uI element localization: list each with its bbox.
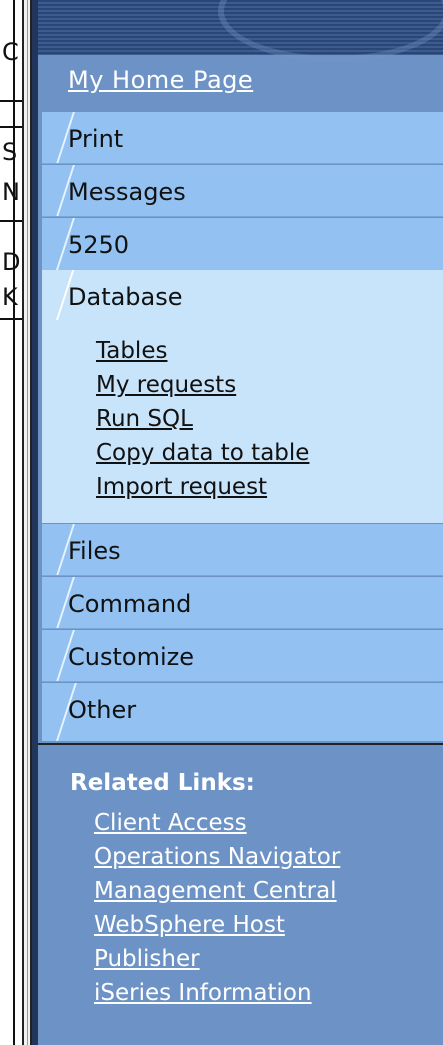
- tab-label: Messages: [68, 178, 186, 206]
- panel-edge: [32, 0, 38, 1045]
- frame-separator-line: [27, 0, 28, 1045]
- tab-divider: [42, 681, 443, 682]
- related-links-heading: Related Links:: [70, 770, 255, 796]
- tab-label: Files: [68, 537, 121, 565]
- tab-label: 5250: [68, 231, 130, 259]
- strip-divider: [0, 220, 22, 222]
- tab-database[interactable]: Database: [68, 283, 183, 311]
- tab-command[interactable]: Command: [42, 577, 443, 629]
- left-frame-strip: C S N D K: [0, 0, 22, 1045]
- related-link-management-central[interactable]: Management Central: [94, 878, 337, 904]
- strip-fragment-d: D: [2, 248, 21, 276]
- frame-separator[interactable]: [22, 0, 32, 1045]
- tab-customize[interactable]: Customize: [42, 630, 443, 682]
- strip-divider: [0, 100, 22, 102]
- related-link-iseries-information[interactable]: iSeries Information: [94, 980, 312, 1006]
- related-link-publisher[interactable]: Publisher: [94, 946, 200, 972]
- tab-label: Print: [68, 125, 124, 153]
- my-home-page-link[interactable]: My Home Page: [68, 66, 253, 94]
- tab-divider: [42, 628, 443, 629]
- strip-fragment-s: S: [2, 138, 18, 166]
- database-link-copy-data[interactable]: Copy data to table: [96, 440, 309, 466]
- related-link-client-access[interactable]: Client Access: [94, 810, 247, 836]
- strip-fragment-c: C: [2, 38, 19, 66]
- database-link-tables[interactable]: Tables: [96, 338, 167, 364]
- strip-divider: [0, 126, 22, 128]
- tab-print[interactable]: Print: [42, 112, 443, 164]
- tab-messages[interactable]: Messages: [42, 165, 443, 217]
- navigation-panel: My Home Page Print Messages 5250 Databas…: [32, 0, 443, 1045]
- tab-other[interactable]: Other: [42, 683, 443, 741]
- tab-divider: [42, 575, 443, 576]
- strip-divider: [0, 318, 22, 320]
- related-link-websphere-host[interactable]: WebSphere Host: [94, 912, 285, 938]
- section-divider: [38, 743, 443, 745]
- strip-fragment-n: N: [2, 178, 20, 206]
- tab-label: Other: [68, 696, 137, 724]
- database-link-run-sql[interactable]: Run SQL: [96, 406, 193, 432]
- tab-5250[interactable]: 5250: [42, 218, 443, 270]
- header-banner: [38, 0, 443, 62]
- tab-files[interactable]: Files: [42, 524, 443, 576]
- tab-divider: [42, 216, 443, 217]
- banner-swirl-graphic: [218, 0, 443, 62]
- tab-label: Customize: [68, 643, 194, 671]
- tab-database-expanded: Database Tables My requests Run SQL Copy…: [42, 270, 443, 523]
- database-link-my-requests[interactable]: My requests: [96, 372, 236, 398]
- related-link-operations-navigator[interactable]: Operations Navigator: [94, 844, 340, 870]
- tab-label: Command: [68, 590, 192, 618]
- database-link-import-request[interactable]: Import request: [96, 474, 267, 500]
- tab-divider: [42, 163, 443, 164]
- strip-fragment-k: K: [2, 283, 18, 311]
